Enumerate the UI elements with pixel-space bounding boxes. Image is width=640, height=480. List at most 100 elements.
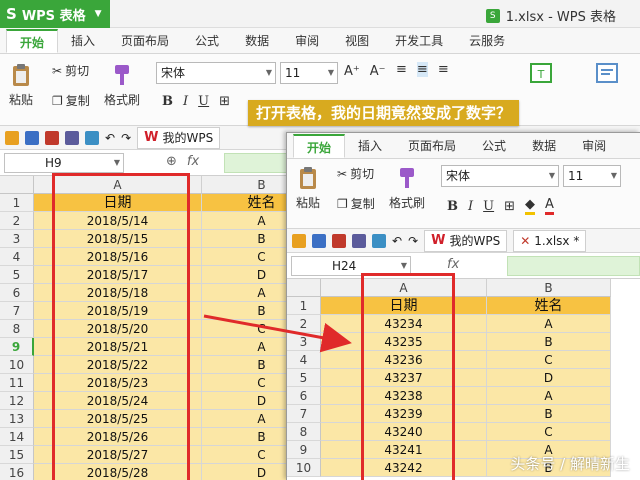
fx-button[interactable]: fx bbox=[187, 154, 199, 169]
cell-date[interactable]: 2018/5/14 bbox=[34, 212, 202, 230]
cell-date[interactable]: 43241 bbox=[321, 441, 487, 459]
cell-date[interactable]: 2018/5/22 bbox=[34, 356, 202, 374]
print-preview-icon[interactable] bbox=[372, 233, 386, 248]
tab-page-layout[interactable]: 页面布局 bbox=[108, 29, 182, 53]
close-icon[interactable]: ✕ bbox=[520, 234, 530, 248]
app-menu-button[interactable]: S WPS 表格 ▼ bbox=[0, 0, 110, 28]
row-header[interactable]: 13 bbox=[0, 410, 34, 428]
cell-name[interactable]: B bbox=[487, 405, 611, 423]
font-name-select[interactable]: 宋体 ▼ bbox=[156, 62, 276, 84]
formula-input[interactable] bbox=[507, 256, 640, 276]
row-header[interactable]: 9 bbox=[287, 441, 321, 459]
row-header[interactable]: 16 bbox=[0, 464, 34, 480]
tab-formulas[interactable]: 公式 bbox=[469, 134, 519, 158]
tab-review[interactable]: 审阅 bbox=[569, 134, 619, 158]
print-icon[interactable] bbox=[65, 130, 79, 145]
select-all-corner[interactable] bbox=[287, 279, 321, 297]
cell-date[interactable]: 2018/5/28 bbox=[34, 464, 202, 480]
cell-date[interactable]: 2018/5/18 bbox=[34, 284, 202, 302]
name-box[interactable]: H24 ▼ bbox=[291, 256, 411, 276]
copy-button[interactable]: ❐ 复制 bbox=[337, 195, 375, 212]
font-color-icon[interactable]: A bbox=[545, 197, 554, 215]
redo-icon[interactable]: ↷ bbox=[408, 234, 418, 248]
header-cell-date[interactable]: 日期 bbox=[321, 297, 487, 315]
print-icon[interactable] bbox=[352, 233, 366, 248]
row-header[interactable]: 5 bbox=[0, 266, 34, 284]
paste-button[interactable]: 粘贴 bbox=[8, 62, 34, 108]
row-header[interactable]: 5 bbox=[287, 369, 321, 387]
cell-name[interactable]: A bbox=[487, 315, 611, 333]
cell-date[interactable]: 2018/5/25 bbox=[34, 410, 202, 428]
zoom-icon[interactable]: ⊕ bbox=[166, 154, 177, 169]
row-header[interactable]: 7 bbox=[0, 302, 34, 320]
format-painter-button[interactable]: 格式刷 bbox=[389, 165, 425, 211]
tab-home[interactable]: 开始 bbox=[6, 29, 59, 53]
cell-name[interactable]: A bbox=[487, 387, 611, 405]
undo-icon[interactable]: ↶ bbox=[392, 234, 402, 248]
italic-button[interactable]: I bbox=[183, 94, 188, 109]
open-folder-icon[interactable] bbox=[5, 130, 19, 145]
cell-date[interactable]: 2018/5/19 bbox=[34, 302, 202, 320]
tab-review[interactable]: 审阅 bbox=[282, 29, 332, 53]
export-pdf-icon[interactable] bbox=[332, 233, 346, 248]
merge-center-button[interactable]: T bbox=[528, 60, 554, 89]
copy-button[interactable]: ❐ 复制 bbox=[52, 92, 90, 109]
underline-button[interactable]: U bbox=[198, 94, 209, 109]
row-header[interactable]: 2 bbox=[287, 315, 321, 333]
cell-date[interactable]: 2018/5/26 bbox=[34, 428, 202, 446]
print-preview-icon[interactable] bbox=[85, 130, 99, 145]
bold-button[interactable]: B bbox=[162, 94, 173, 109]
bold-button[interactable]: B bbox=[447, 199, 458, 214]
column-header-b[interactable]: B bbox=[487, 279, 611, 297]
tab-cloud[interactable]: 云服务 bbox=[456, 29, 518, 53]
cell-date[interactable]: 43239 bbox=[321, 405, 487, 423]
row-header[interactable]: 8 bbox=[287, 423, 321, 441]
doc-tab-my-wps[interactable]: W 我的WPS bbox=[137, 126, 221, 149]
row-header[interactable]: 7 bbox=[287, 405, 321, 423]
select-all-corner[interactable] bbox=[0, 176, 34, 194]
row-header[interactable]: 12 bbox=[0, 392, 34, 410]
tab-developer[interactable]: 开发工具 bbox=[382, 29, 456, 53]
column-header-a[interactable]: A bbox=[321, 279, 487, 297]
row-header[interactable]: 1 bbox=[0, 194, 34, 212]
border-icon[interactable]: ⊞ bbox=[219, 94, 230, 109]
tab-insert[interactable]: 插入 bbox=[58, 29, 108, 53]
tab-data[interactable]: 数据 bbox=[232, 29, 282, 53]
cell-date[interactable]: 2018/5/21 bbox=[34, 338, 202, 356]
font-size-select[interactable]: 11 ▼ bbox=[563, 165, 621, 187]
cut-button[interactable]: ✂ 剪切 bbox=[337, 165, 374, 182]
cell-date[interactable]: 2018/5/23 bbox=[34, 374, 202, 392]
tab-page-layout[interactable]: 页面布局 bbox=[395, 134, 469, 158]
cell-date[interactable]: 43237 bbox=[321, 369, 487, 387]
cell-date[interactable]: 43236 bbox=[321, 351, 487, 369]
row-header[interactable]: 11 bbox=[0, 374, 34, 392]
wrap-text-button[interactable] bbox=[594, 60, 620, 89]
header-cell-name[interactable]: 姓名 bbox=[487, 297, 611, 315]
save-icon[interactable] bbox=[25, 130, 39, 145]
cell-date[interactable]: 43238 bbox=[321, 387, 487, 405]
shrink-font-button[interactable]: A⁻ bbox=[370, 64, 386, 79]
row-header[interactable]: 4 bbox=[0, 248, 34, 266]
underline-button[interactable]: U bbox=[483, 199, 494, 214]
cell-name[interactable]: C bbox=[487, 423, 611, 441]
tab-insert[interactable]: 插入 bbox=[345, 134, 395, 158]
row-header[interactable]: 15 bbox=[0, 446, 34, 464]
cut-button[interactable]: ✂ 剪切 bbox=[52, 62, 89, 79]
paste-button[interactable]: 粘贴 bbox=[295, 165, 321, 211]
italic-button[interactable]: I bbox=[468, 199, 473, 214]
cell-date[interactable]: 43240 bbox=[321, 423, 487, 441]
redo-icon[interactable]: ↷ bbox=[121, 131, 131, 145]
export-pdf-icon[interactable] bbox=[45, 130, 59, 145]
row-header[interactable]: 4 bbox=[287, 351, 321, 369]
row-header[interactable]: 8 bbox=[0, 320, 34, 338]
cell-date[interactable]: 2018/5/16 bbox=[34, 248, 202, 266]
fx-button[interactable]: fx bbox=[447, 257, 459, 272]
doc-tab-my-wps[interactable]: W 我的WPS bbox=[424, 229, 508, 252]
header-cell-date[interactable]: 日期 bbox=[34, 194, 202, 212]
row-header[interactable]: 6 bbox=[0, 284, 34, 302]
cell-date[interactable]: 43234 bbox=[321, 315, 487, 333]
align-bottom-icon[interactable]: ≡ bbox=[438, 62, 449, 77]
name-box[interactable]: H9 ▼ bbox=[4, 153, 124, 173]
font-size-select[interactable]: 11 ▼ bbox=[280, 62, 338, 84]
row-header[interactable]: 3 bbox=[287, 333, 321, 351]
